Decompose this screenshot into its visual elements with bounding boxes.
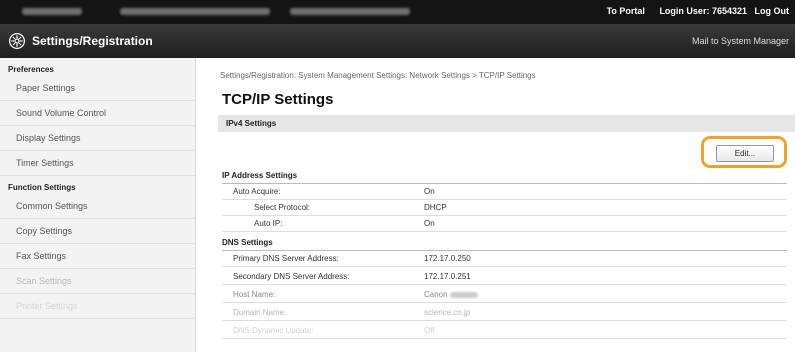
- app-title: Settings/Registration: [32, 34, 153, 48]
- setting-key: Domain Name:: [233, 308, 287, 317]
- setting-key: Auto IP:: [254, 219, 283, 228]
- setting-value: Off: [424, 326, 435, 335]
- setting-row: Host Name: Canon: [222, 287, 787, 303]
- blurred-text: [120, 8, 270, 15]
- setting-value: DHCP: [424, 203, 447, 212]
- setting-key: DNS Dynamic Update:: [233, 326, 314, 335]
- setting-value: On: [424, 219, 435, 228]
- section-header-ipv4: IPv4 Settings: [218, 115, 795, 132]
- setting-value: 172.17.0.251: [424, 272, 471, 281]
- setting-value: On: [424, 187, 435, 196]
- setting-key: Auto Acquire:: [233, 187, 281, 196]
- dns-settings-title: DNS Settings: [222, 238, 273, 247]
- setting-row: Domain Name: science.co.jp: [222, 305, 787, 321]
- setting-key: Primary DNS Server Address:: [233, 254, 339, 263]
- setting-row: Select Protocol: DHCP: [222, 200, 787, 216]
- main-content: Settings/Registration: System Management…: [210, 58, 795, 352]
- setting-row: Auto Acquire: On: [222, 184, 787, 200]
- mail-to-system-manager-link[interactable]: Mail to System Manager: [692, 36, 789, 46]
- login-user-label: Login User: 7654321: [659, 6, 747, 16]
- setting-key: Select Protocol:: [254, 203, 311, 212]
- blurred-text: [290, 8, 410, 15]
- edit-button[interactable]: Edit...: [716, 145, 774, 162]
- sidebar: Preferences Paper Settings Sound Volume …: [0, 58, 196, 352]
- setting-row: Primary DNS Server Address: 172.17.0.250: [222, 251, 787, 267]
- sidebar-item-display-settings[interactable]: Display Settings: [0, 126, 195, 151]
- setting-value: science.co.jp: [424, 308, 471, 317]
- page-title: TCP/IP Settings: [222, 91, 334, 108]
- sidebar-section-preferences: Preferences: [8, 65, 54, 74]
- top-bar: To Portal Login User: 7654321 Log Out: [0, 0, 795, 24]
- title-bar: Settings/Registration Mail to System Man…: [0, 24, 795, 58]
- edit-button-highlight: Edit...: [701, 136, 787, 168]
- sidebar-item-timer-settings[interactable]: Timer Settings: [0, 151, 195, 176]
- sidebar-item-scan-settings[interactable]: Scan Settings: [0, 269, 195, 294]
- sidebar-item-paper-settings[interactable]: Paper Settings: [0, 76, 195, 101]
- setting-row: DNS Dynamic Update: Off: [222, 323, 787, 339]
- sidebar-item-fax-settings[interactable]: Fax Settings: [0, 244, 195, 269]
- sidebar-section-function-settings: Function Settings: [8, 183, 76, 192]
- ip-address-settings-title: IP Address Settings: [222, 171, 298, 180]
- setting-key: Host Name:: [233, 290, 276, 299]
- sidebar-item-common-settings[interactable]: Common Settings: [0, 194, 195, 219]
- setting-key: Secondary DNS Server Address:: [233, 272, 350, 281]
- setting-row: Auto IP: On: [222, 216, 787, 232]
- setting-row: Secondary DNS Server Address: 172.17.0.2…: [222, 269, 787, 285]
- top-links: To Portal Login User: 7654321 Log Out: [595, 6, 789, 16]
- to-portal-link[interactable]: To Portal: [607, 6, 645, 16]
- setting-value: 172.17.0.250: [424, 254, 471, 263]
- setting-value: Canon: [424, 290, 478, 299]
- log-out-link[interactable]: Log Out: [755, 6, 790, 16]
- settings-icon: [8, 32, 26, 50]
- blurred-text: [449, 291, 478, 298]
- blurred-text: [22, 8, 82, 15]
- sidebar-item-copy-settings[interactable]: Copy Settings: [0, 219, 195, 244]
- sidebar-item-printer-settings[interactable]: Printer Settings: [0, 294, 195, 319]
- sidebar-item-sound-volume-control[interactable]: Sound Volume Control: [0, 101, 195, 126]
- host-name-value: Canon: [424, 290, 448, 299]
- breadcrumb: Settings/Registration: System Management…: [220, 71, 536, 80]
